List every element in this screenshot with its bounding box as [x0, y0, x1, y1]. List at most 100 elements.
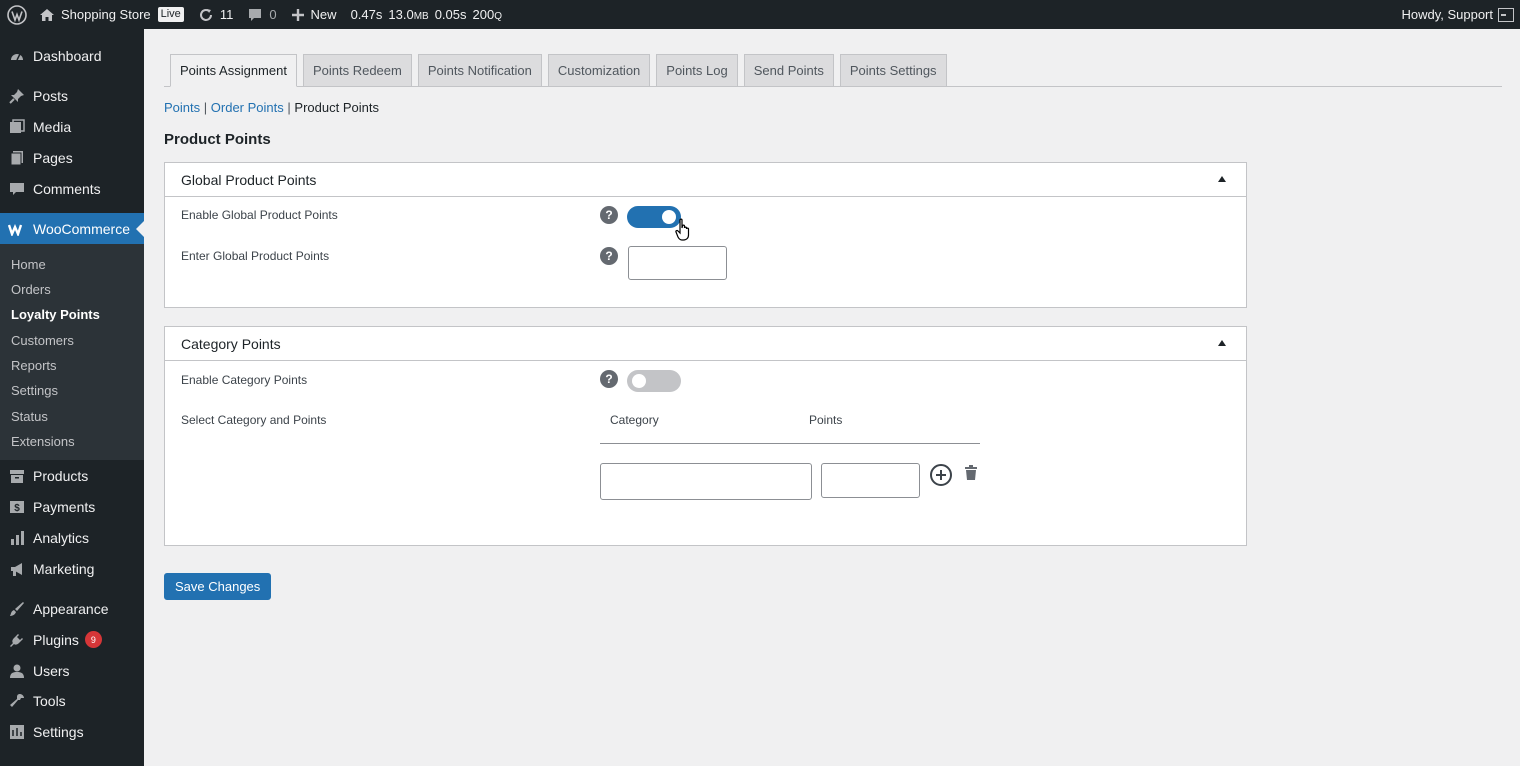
site-name: Shopping Store	[61, 7, 151, 22]
menu-woocommerce[interactable]: WooCommerce	[0, 213, 144, 244]
submenu-reports[interactable]: Reports	[11, 358, 57, 373]
nav-tabs: Points Assignment Points Redeem Points N…	[170, 54, 953, 87]
comments-link[interactable]: 0	[240, 0, 283, 29]
user-icon	[8, 662, 26, 680]
woocommerce-submenu: Home Orders Loyalty Points Customers Rep…	[0, 244, 144, 460]
menu-payments[interactable]: $ Payments	[0, 491, 144, 522]
breadcrumb-points-link[interactable]: Points	[164, 100, 200, 115]
qm-time: 0.47s	[350, 7, 383, 22]
hand-cursor-icon	[675, 218, 693, 245]
new-content-link[interactable]: New	[284, 0, 344, 29]
woo-icon	[8, 220, 26, 238]
select-category-label: Select Category and Points	[181, 413, 327, 427]
menu-tools[interactable]: Tools	[0, 685, 144, 716]
updates-link[interactable]: 11	[191, 0, 241, 29]
site-name-link[interactable]: Shopping Store Live	[32, 0, 191, 29]
menu-analytics[interactable]: Analytics	[0, 522, 144, 553]
submenu-loyalty-points[interactable]: Loyalty Points	[11, 307, 100, 322]
qm-queries: 200	[472, 7, 495, 22]
menu-users[interactable]: Users	[0, 655, 144, 686]
payment-icon: $	[8, 498, 26, 516]
menu-label: Settings	[33, 723, 84, 740]
menu-settings[interactable]: Settings	[0, 716, 144, 747]
tab-points-notification[interactable]: Points Notification	[417, 54, 542, 86]
my-account-link[interactable]: Howdy, Support	[1394, 0, 1520, 29]
category-points-input[interactable]	[821, 463, 920, 498]
enable-global-label: Enable Global Product Points	[181, 208, 338, 222]
wordpress-logo-icon[interactable]	[2, 0, 32, 29]
settings-icon	[8, 723, 26, 741]
toggle-knob	[632, 374, 646, 388]
menu-label: Comments	[33, 180, 101, 197]
pin-icon	[8, 87, 26, 105]
table-header-rule	[600, 443, 980, 444]
menu-label: Posts	[33, 87, 69, 104]
menu-marketing[interactable]: Marketing	[0, 553, 144, 584]
collapse-arrow-icon[interactable]	[1218, 340, 1226, 346]
global-points-label: Enter Global Product Points	[181, 249, 330, 263]
tab-points-redeem[interactable]: Points Redeem	[302, 54, 412, 86]
submenu-status[interactable]: Status	[11, 409, 48, 424]
breadcrumb-order-points-link[interactable]: Order Points	[211, 100, 284, 115]
howdy-text: Howdy, Support	[1401, 7, 1493, 22]
tab-points-assignment[interactable]: Points Assignment	[170, 54, 297, 87]
enable-category-toggle[interactable]	[627, 370, 681, 392]
help-icon[interactable]: ?	[600, 247, 618, 265]
category-column-header: Category	[610, 413, 659, 427]
menu-label: Marketing	[33, 560, 95, 577]
menu-label: WooCommerce	[33, 220, 130, 237]
menu-plugins[interactable]: Plugins 9	[0, 624, 144, 655]
save-changes-button[interactable]: Save Changes	[164, 573, 272, 600]
submenu-orders[interactable]: Orders	[11, 282, 51, 297]
chart-icon	[8, 529, 26, 547]
collapse-arrow-icon[interactable]	[1218, 176, 1226, 182]
admin-sidebar: Dashboard Posts Media Pages Comments Woo…	[0, 29, 144, 766]
tab-customization[interactable]: Customization	[547, 54, 651, 86]
tab-points-settings[interactable]: Points Settings	[839, 54, 947, 86]
tab-points-log[interactable]: Points Log	[656, 54, 738, 86]
breadcrumb-separator: |	[203, 100, 208, 115]
menu-dashboard[interactable]: Dashboard	[0, 40, 144, 71]
help-icon[interactable]: ?	[600, 206, 618, 224]
page-title: Product Points	[164, 131, 271, 148]
submenu-customers[interactable]: Customers	[11, 333, 74, 348]
svg-text:$: $	[14, 503, 20, 514]
avatar	[1498, 7, 1514, 22]
qm-memory: 13.0	[388, 7, 414, 22]
tab-send-points[interactable]: Send Points	[743, 54, 834, 86]
comment-icon	[8, 180, 26, 198]
menu-appearance[interactable]: Appearance	[0, 593, 144, 624]
submenu-settings[interactable]: Settings	[11, 383, 58, 398]
points-column-header: Points	[809, 413, 843, 427]
admin-bar: Shopping Store Live 11 0 New 0.47s 13.0M…	[0, 0, 1520, 29]
menu-products[interactable]: Products	[0, 460, 144, 491]
menu-posts[interactable]: Posts	[0, 80, 144, 111]
menu-label: Tools	[33, 692, 66, 709]
plugins-update-badge: 9	[84, 631, 102, 648]
plus-icon	[291, 8, 305, 22]
qm-memory-unit: MB	[413, 11, 429, 22]
category-select-input[interactable]	[600, 463, 812, 500]
menu-pages[interactable]: Pages	[0, 142, 144, 173]
global-section-header[interactable]: Global Product Points	[165, 163, 1246, 197]
menu-label: Users	[33, 662, 70, 679]
category-section-header[interactable]: Category Points	[165, 327, 1246, 361]
submenu-home[interactable]: Home	[11, 257, 46, 272]
breadcrumb-current: Product Points	[294, 100, 379, 115]
category-points-card: Category Points Enable Category Points ?…	[164, 326, 1247, 546]
enable-global-toggle[interactable]	[627, 206, 681, 228]
menu-label: Appearance	[33, 600, 109, 617]
trash-icon[interactable]	[964, 465, 978, 483]
menu-comments[interactable]: Comments	[0, 173, 144, 204]
comment-icon	[247, 7, 263, 23]
comments-count: 0	[269, 7, 277, 22]
global-product-points-card: Global Product Points Enable Global Prod…	[164, 162, 1247, 308]
query-monitor[interactable]: 0.47s 13.0MB 0.05s 200Q	[344, 0, 509, 29]
global-points-input[interactable]	[628, 246, 727, 280]
add-row-icon[interactable]	[930, 464, 952, 486]
menu-media[interactable]: Media	[0, 111, 144, 142]
home-icon	[39, 7, 55, 23]
new-label: New	[310, 7, 337, 22]
help-icon[interactable]: ?	[600, 370, 618, 388]
submenu-extensions[interactable]: Extensions	[11, 434, 75, 449]
